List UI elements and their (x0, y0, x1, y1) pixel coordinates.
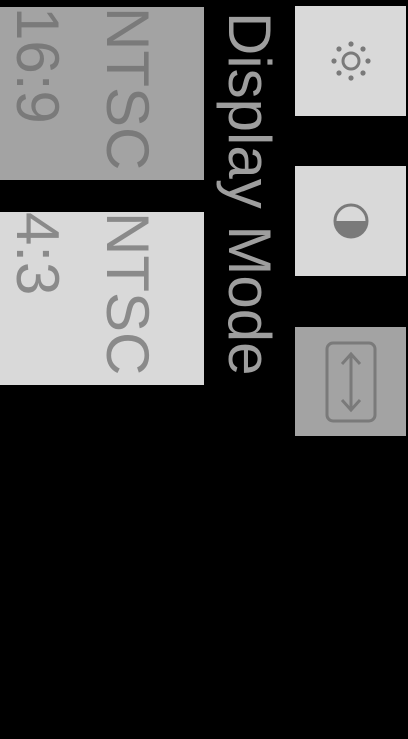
mode-option-aspect-label: 4:3 (4, 212, 71, 296)
mode-option-ntsc-4-3[interactable]: NTSC 4:3 (0, 212, 204, 385)
mode-option-standard-label: NTSC (94, 7, 161, 171)
mode-option-aspect-label: 16:9 (4, 7, 71, 124)
page-title: Display Mode (216, 12, 283, 376)
brightness-button[interactable] (295, 6, 406, 116)
brightness-sun-icon (329, 39, 373, 83)
resize-vertical-arrow-icon (323, 339, 379, 425)
page-title-container: Display Mode (204, 12, 294, 482)
contrast-half-circle-icon (329, 199, 373, 243)
contrast-button[interactable] (295, 166, 406, 276)
display-mode-button[interactable] (295, 327, 406, 436)
mode-option-ntsc-16-9[interactable]: NTSC 16:9 (0, 7, 204, 180)
display-mode-screen: NTSC 16:9 NTSC 4:3 Display Mode (0, 0, 408, 739)
mode-option-standard-label: NTSC (94, 212, 161, 376)
